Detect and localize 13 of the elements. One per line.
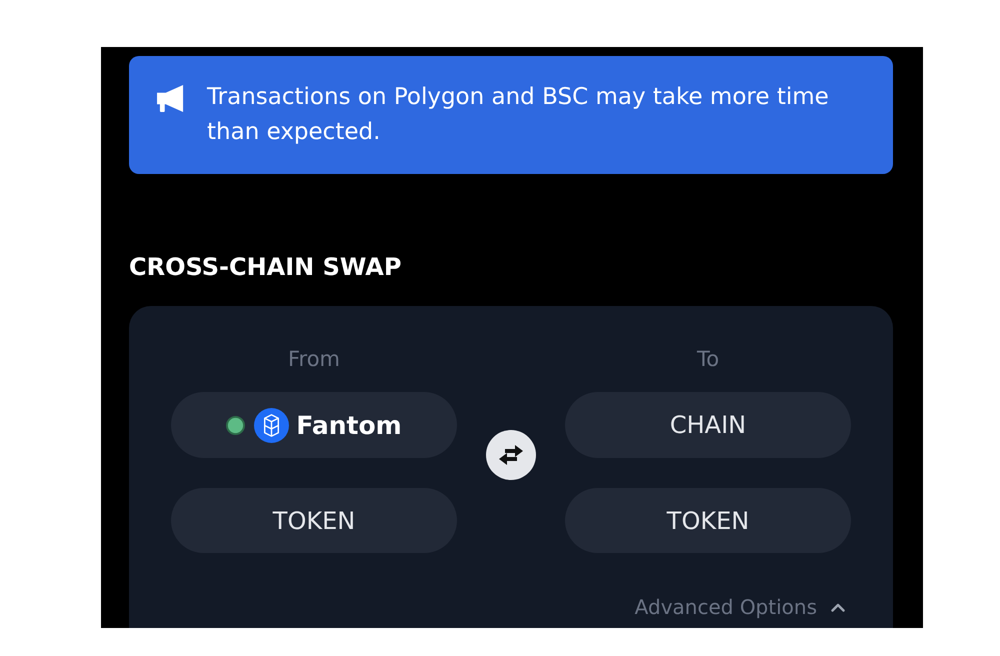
section-heading: CROSS-CHAIN SWAP [129, 252, 402, 282]
swap-direction-button[interactable] [486, 430, 536, 480]
chain-select-button[interactable]: CHAIN [565, 392, 851, 458]
banner-text: Transactions on Polygon and BSC may take more time than expected. [207, 83, 830, 147]
advanced-options-toggle[interactable]: Advanced Options [634, 595, 845, 619]
megaphone-icon [157, 85, 186, 112]
swap-arrows-icon [499, 445, 523, 465]
coin-logo-icon [254, 408, 290, 442]
token-select-button[interactable]: TOKEN [171, 488, 457, 553]
column-label: From [286, 347, 342, 371]
token-select-button[interactable]: TOKEN [565, 488, 851, 553]
chain-select-button[interactable]: Fantom [171, 392, 457, 458]
column-label: To [696, 347, 720, 371]
